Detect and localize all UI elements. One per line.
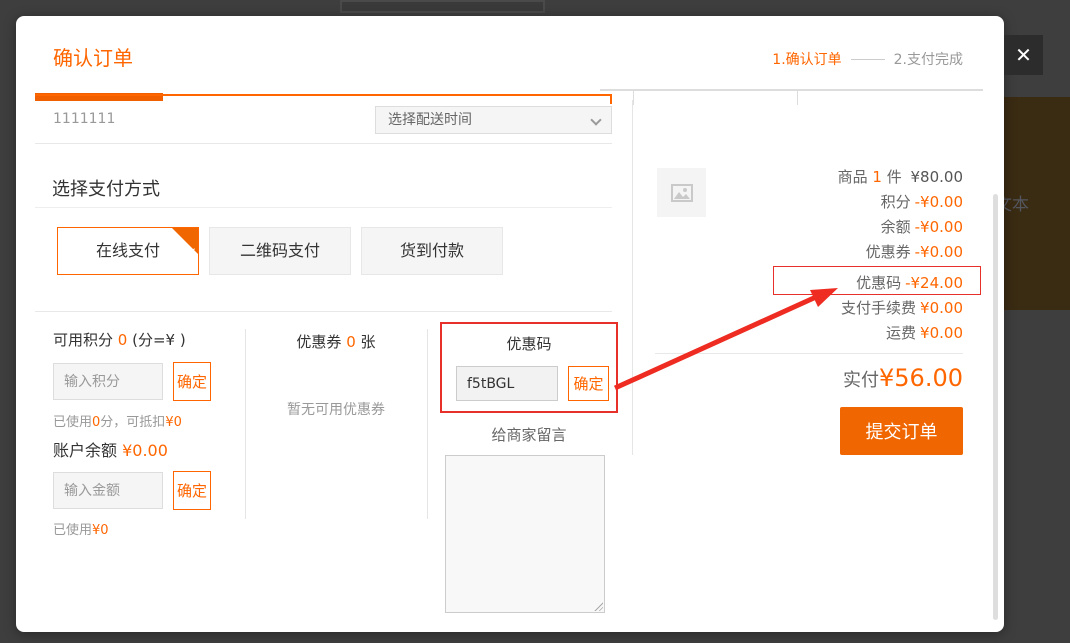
close-button[interactable]: ✕	[1004, 35, 1043, 75]
points-available: 0	[118, 331, 128, 349]
balance-confirm-button[interactable]: 确定	[173, 471, 211, 510]
payment-method-heading: 选择支付方式	[52, 175, 160, 201]
coupon-empty-text: 暂无可用优惠券	[245, 399, 427, 419]
summary-divider	[655, 353, 963, 354]
summary-row-coupon: 优惠券-¥0.00	[866, 241, 963, 262]
balance-used-note: 已使用¥0	[53, 519, 109, 538]
delivery-time-select[interactable]: 选择配送时间	[375, 106, 612, 134]
merchant-message-label: 给商家留言	[440, 424, 618, 445]
points-input[interactable]	[53, 363, 163, 400]
submit-order-button[interactable]: 提交订单	[840, 407, 963, 455]
check-icon: ✓	[187, 229, 197, 275]
divider	[35, 311, 612, 312]
points-label: 可用积分 0 (分=¥ )	[53, 329, 186, 350]
confirm-order-modal: 确认订单 1.确认订单 2.支付完成 1111111 选择配送时间 选择支付方式…	[16, 16, 1004, 632]
merchant-message-textarea[interactable]	[445, 455, 605, 613]
step-connector	[851, 59, 885, 60]
modal-title: 确认订单	[53, 42, 133, 71]
summary-row-fee: 支付手续费¥0.00	[841, 297, 963, 318]
column-divider	[245, 329, 246, 519]
tab-underline	[35, 94, 612, 96]
balance-label: 账户余额 ¥0.00	[53, 437, 168, 461]
promo-confirm-button[interactable]: 确定	[568, 366, 609, 401]
table-column-divider	[633, 91, 634, 105]
points-confirm-button[interactable]: 确定	[173, 362, 211, 401]
payment-method-online[interactable]: 在线支付 ✓	[57, 227, 199, 275]
scrollbar-thumb[interactable]	[993, 194, 998, 620]
panel-divider	[632, 100, 633, 455]
summary-row-shipping: 运费¥0.00	[886, 322, 963, 343]
divider	[35, 143, 612, 144]
checkout-steps: 1.确认订单 2.支付完成	[772, 49, 963, 69]
page-backdrop: 文本 确认订单 1.确认订单 2.支付完成 1111111 选择配送时间 选择支…	[0, 0, 1070, 643]
payment-method-label: 二维码支付	[240, 241, 320, 260]
payment-method-qrcode[interactable]: 二维码支付	[209, 227, 351, 275]
tab-underline-corner	[610, 94, 612, 104]
total-amount: ¥56.00	[879, 364, 963, 392]
table-column-divider	[797, 91, 798, 105]
balance-input[interactable]	[53, 472, 163, 509]
step-confirm-order: 1.确认订单	[772, 49, 841, 69]
points-used-note: 已使用0分，可抵扣¥0	[53, 411, 182, 430]
promo-title: 优惠码	[442, 333, 616, 354]
delivery-time-select-label: 选择配送时间	[388, 112, 472, 128]
column-divider	[427, 329, 428, 519]
payment-method-label: 在线支付	[96, 241, 160, 260]
summary-row-promo: 优惠码-¥24.00	[856, 272, 963, 293]
image-placeholder-icon	[671, 184, 693, 202]
summary-row-balance: 余额-¥0.00	[881, 216, 963, 237]
total-label: 实付	[843, 370, 879, 391]
payment-method-cod[interactable]: 货到付款	[361, 227, 503, 275]
coupon-count: 0	[346, 333, 356, 351]
product-qty: 1	[872, 168, 882, 186]
order-note-text: 1111111	[53, 111, 115, 127]
chevron-down-icon	[590, 114, 601, 125]
product-amount: ¥80.00	[911, 168, 964, 186]
coupon-title: 优惠券 0 张	[245, 331, 427, 352]
balance-amount: ¥0.00	[122, 441, 168, 460]
divider	[35, 207, 612, 208]
payment-method-label: 货到付款	[400, 241, 464, 260]
promo-code-input[interactable]	[456, 366, 558, 401]
summary-row-points: 积分-¥0.00	[881, 191, 963, 212]
total-row: 实付¥56.00	[843, 364, 963, 392]
product-thumbnail-placeholder	[657, 168, 706, 217]
promo-annotation-box: 优惠码 确定	[440, 322, 618, 413]
summary-product-row: 商品 1 件 ¥80.00	[838, 166, 963, 187]
dimmed-search-box	[340, 0, 545, 13]
product-table-edge	[600, 89, 983, 91]
step-payment-done: 2.支付完成	[894, 49, 963, 69]
selected-corner-icon: ✓	[172, 228, 198, 254]
